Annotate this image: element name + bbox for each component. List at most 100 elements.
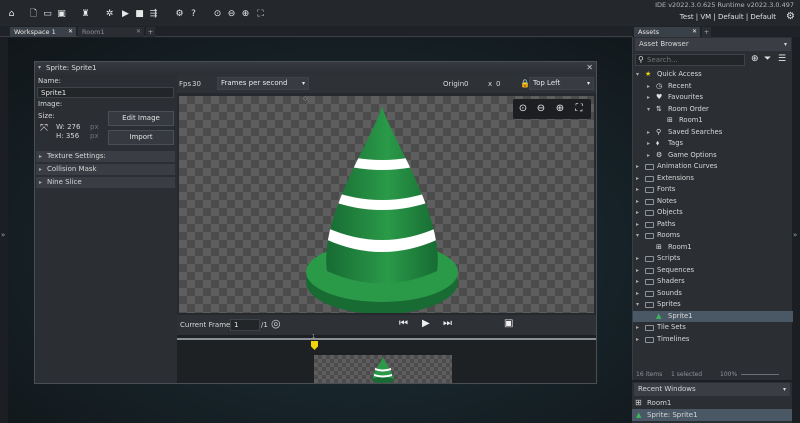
help-icon[interactable]: ? <box>188 9 199 20</box>
zoom-out-icon[interactable]: ⊖ <box>534 102 548 116</box>
save-icon[interactable]: ▣ <box>56 9 67 20</box>
play-icon[interactable]: ▶ <box>422 318 430 329</box>
tree-item[interactable]: ▸ Paths <box>633 219 793 231</box>
close-window-button[interactable]: ✕ <box>586 62 593 74</box>
tree-item[interactable]: ▸ Notes <box>633 196 793 208</box>
chevron-right-icon[interactable]: ▸ <box>636 184 639 196</box>
tree-item[interactable]: ▸ Timelines <box>633 334 793 346</box>
current-frame-field[interactable]: 1 <box>230 319 260 331</box>
chevron-right-icon[interactable]: ▸ <box>636 322 639 334</box>
chevron-right-icon[interactable]: ▸ <box>636 276 639 288</box>
target-selector[interactable]: Test | VM | Default | Default <box>680 13 776 21</box>
collapse-icon[interactable]: ▾ <box>38 62 41 74</box>
open-folder-icon[interactable]: ▭ <box>42 9 53 20</box>
zoom-in-icon[interactable]: ⊕ <box>553 102 567 116</box>
clean-icon[interactable]: ♜ <box>80 9 91 20</box>
chevron-right-icon[interactable]: ▸ <box>647 138 650 150</box>
add-asset-icon[interactable]: ⊕ <box>751 54 759 64</box>
edit-image-button[interactable]: Edit Image <box>108 111 174 126</box>
debug-icon[interactable]: ✲ <box>104 9 115 20</box>
origin-y-value[interactable]: 0 <box>496 80 500 88</box>
texture-settings-section[interactable]: ▸ Texture Settings: <box>36 151 175 162</box>
recent-item-room1[interactable]: ⊞ Room1 <box>632 397 792 409</box>
filter-icon[interactable]: ⏷ <box>764 54 771 64</box>
tree-item[interactable]: ▸ ⚙ Game Options <box>633 150 793 162</box>
chevron-right-icon[interactable]: ▸ <box>647 92 650 104</box>
zoom-out-icon[interactable]: ⊖ <box>226 9 237 20</box>
run-icon[interactable]: ▶ <box>120 9 131 20</box>
tree-item[interactable]: ▾ ★ Quick Access <box>633 69 793 81</box>
tree-item[interactable]: ▸ Extensions <box>633 173 793 185</box>
zoom-reset-icon[interactable]: ⊙ <box>516 102 530 116</box>
tree-item[interactable]: ▸ Scripts <box>633 253 793 265</box>
settings-icon[interactable]: ⚙ <box>174 9 185 20</box>
chevron-down-icon[interactable]: ▾ <box>636 69 639 81</box>
asset-search-field[interactable]: ⚲ <box>635 54 745 66</box>
chevron-down-icon[interactable]: ▾ <box>647 104 650 116</box>
target-settings-icon[interactable]: ⚙ <box>786 11 795 22</box>
chevron-right-icon[interactable]: ▸ <box>636 288 639 300</box>
tree-item[interactable]: ▸ ⚲ Saved Searches <box>633 127 793 139</box>
chevron-right-icon[interactable]: ▸ <box>636 253 639 265</box>
preview-icon[interactable]: ▣ <box>504 318 513 329</box>
next-frame-icon[interactable]: ⏭ <box>443 318 452 329</box>
tree-item[interactable]: ⊞ Room1 <box>633 242 793 254</box>
recent-windows-header[interactable]: Recent Windows ▾ <box>634 383 790 396</box>
stop-icon[interactable]: ■ <box>134 9 145 20</box>
nine-slice-section[interactable]: ▸ Nine Slice <box>36 177 175 188</box>
chevron-right-icon[interactable]: ▸ <box>636 161 639 173</box>
fps-value[interactable]: 30 <box>192 80 201 88</box>
tree-item[interactable]: ▲ Sprite1 <box>633 310 793 322</box>
home-icon[interactable]: ⌂ <box>6 9 17 20</box>
fit-icon[interactable]: ⛶ <box>255 9 266 20</box>
zoom-level[interactable]: 100% <box>720 369 737 380</box>
chevron-down-icon[interactable]: ▾ <box>636 299 639 311</box>
tree-item[interactable]: ▾ Rooms <box>633 230 793 242</box>
fullscreen-icon[interactable]: ⛶ <box>572 102 586 116</box>
build-icon[interactable]: ⇶ <box>148 9 159 20</box>
onion-skin-icon[interactable]: ◎ <box>271 317 281 330</box>
tree-item[interactable]: ▸ Sounds <box>633 288 793 300</box>
sprite-preview-canvas[interactable]: ⊙ ⊖ ⊕ ⛶ <box>179 96 594 314</box>
expand-right-icon[interactable]: » <box>793 231 797 239</box>
zoom-reset-icon[interactable]: ⊙ <box>212 9 223 20</box>
tree-item[interactable]: ▸ ⬧ Tags <box>633 138 793 150</box>
chevron-right-icon[interactable]: ▸ <box>647 150 650 162</box>
timeline-scrubber-track[interactable] <box>177 338 596 340</box>
chevron-down-icon[interactable]: ▾ <box>636 230 639 242</box>
recent-item-sprite1[interactable]: ▲ Sprite: Sprite1 <box>632 409 792 421</box>
previous-frame-icon[interactable]: ⏮ <box>399 318 408 329</box>
menu-icon[interactable]: ☰ <box>778 54 786 64</box>
tree-item[interactable]: ⊞ Room1 <box>633 115 793 127</box>
close-icon[interactable]: ✕ <box>136 27 141 37</box>
chevron-right-icon[interactable]: ▸ <box>636 334 639 346</box>
tree-item[interactable]: ▸ Tile Sets <box>633 322 793 334</box>
window-title-bar[interactable]: ▾ Sprite: Sprite1 <box>35 62 596 74</box>
zoom-slider[interactable] <box>741 374 779 375</box>
close-icon[interactable]: ✕ <box>68 27 73 37</box>
origin-preset-dropdown[interactable]: Top Left ▾ <box>529 77 594 90</box>
chevron-right-icon[interactable]: ▸ <box>647 127 650 139</box>
expand-left-icon[interactable]: » <box>1 231 5 239</box>
chevron-right-icon[interactable]: ▸ <box>636 196 639 208</box>
new-file-icon[interactable]: 🗋 <box>28 9 39 20</box>
resize-icon[interactable]: ⤧ <box>40 123 48 134</box>
origin-x-value[interactable]: 0 <box>464 80 468 88</box>
tree-item[interactable]: ▾ Sprites <box>633 299 793 311</box>
tree-item[interactable]: ▾ ⇅ Room Order <box>633 104 793 116</box>
asset-search-input[interactable] <box>647 55 737 65</box>
tree-item[interactable]: ▸ Animation Curves <box>633 161 793 173</box>
tree-item[interactable]: ▸ Shaders <box>633 276 793 288</box>
tab-room1[interactable]: Room1 ✕ <box>78 27 144 37</box>
tab-assets[interactable]: Assets ✕ <box>634 27 700 37</box>
tab-workspace-1[interactable]: Workspace 1 ✕ <box>10 27 76 37</box>
chevron-right-icon[interactable]: ▸ <box>636 219 639 231</box>
close-icon[interactable]: ✕ <box>692 27 697 37</box>
tree-item[interactable]: ▸ ♥ Favourites <box>633 92 793 104</box>
frame-thumbnail[interactable] <box>314 355 452 383</box>
tree-item[interactable]: ▸ Fonts <box>633 184 793 196</box>
speed-mode-dropdown[interactable]: Frames per second ▾ <box>217 77 309 90</box>
sprite-name-field[interactable]: Sprite1 <box>37 87 174 98</box>
asset-browser-header[interactable]: Asset Browser ▾ <box>635 38 791 51</box>
add-panel-button[interactable]: + <box>702 27 711 37</box>
